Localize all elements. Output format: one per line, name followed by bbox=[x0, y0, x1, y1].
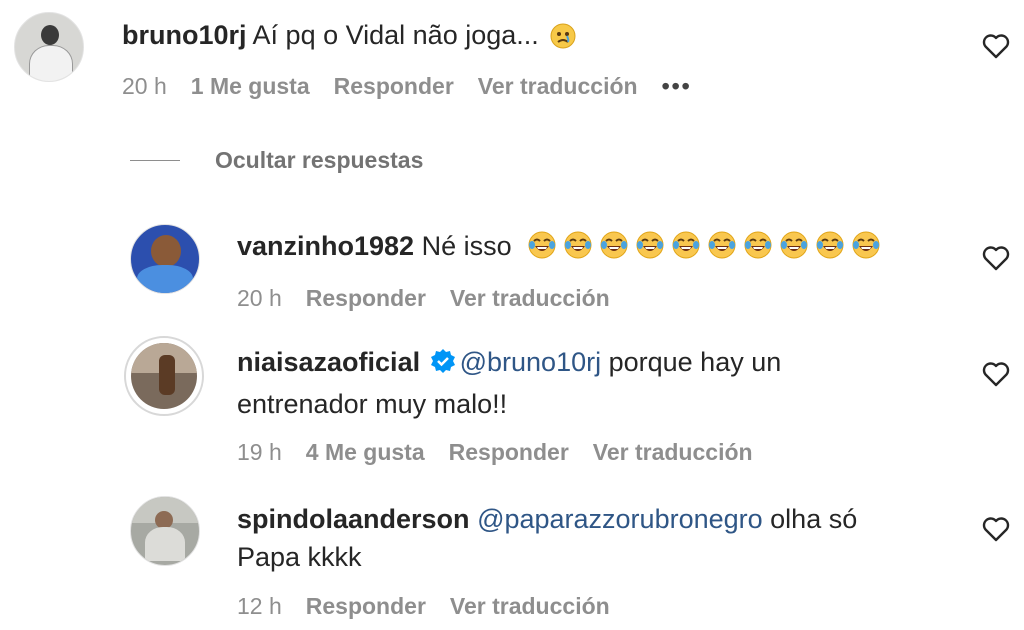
tears-of-joy-emoji-icon bbox=[744, 231, 772, 259]
tears-of-joy-emoji-icon bbox=[564, 231, 592, 259]
tears-of-joy-emoji-icon bbox=[816, 231, 844, 259]
tears-of-joy-emoji-icon bbox=[708, 231, 736, 259]
username[interactable]: spindolaanderson bbox=[237, 504, 470, 534]
like-heart-icon[interactable] bbox=[982, 516, 1010, 542]
username[interactable]: vanzinho1982 bbox=[237, 231, 414, 261]
timestamp[interactable]: 12 h bbox=[237, 592, 282, 620]
translate-button[interactable]: Ver traducción bbox=[593, 438, 753, 466]
comment-text: Né isso bbox=[421, 231, 512, 261]
likes-count[interactable]: 1 Me gusta bbox=[191, 72, 310, 100]
translate-button[interactable]: Ver traducción bbox=[450, 592, 610, 620]
reply-button[interactable]: Responder bbox=[306, 284, 426, 312]
tears-of-joy-emoji-icon bbox=[672, 231, 700, 259]
username[interactable]: niaisazaoficial bbox=[237, 347, 420, 377]
comment-meta: 19 h 4 Me gusta Responder Ver traducción bbox=[237, 438, 777, 466]
avatar[interactable] bbox=[124, 336, 204, 416]
comment-meta: 20 h 1 Me gusta Responder Ver traducción ••• bbox=[122, 72, 716, 100]
reply-button[interactable]: Responder bbox=[449, 438, 569, 466]
comment-line-2: entrenador muy malo!! bbox=[237, 389, 508, 419]
comment-meta: 12 h Responder Ver traducción bbox=[237, 592, 634, 620]
reply-button[interactable]: Responder bbox=[334, 72, 454, 100]
hide-replies-button[interactable]: Ocultar respuestas bbox=[215, 146, 423, 174]
comment-text: porque hay un bbox=[601, 347, 782, 377]
tears-of-joy-emoji-icon bbox=[780, 231, 808, 259]
like-heart-icon[interactable] bbox=[982, 33, 1010, 59]
comment-text: olha só bbox=[762, 504, 858, 534]
reply-button[interactable]: Responder bbox=[306, 592, 426, 620]
comment-line: spindolaanderson @paparazzorubronegro ol… bbox=[237, 502, 857, 536]
mention-link[interactable]: @paparazzorubronegro bbox=[477, 504, 763, 534]
timestamp[interactable]: 20 h bbox=[122, 72, 167, 100]
comment-text: Aí pq o Vidal não joga... bbox=[252, 20, 539, 50]
emoji-row bbox=[519, 231, 881, 261]
likes-count[interactable]: 4 Me gusta bbox=[306, 438, 425, 466]
like-heart-icon[interactable] bbox=[982, 245, 1010, 271]
more-options-button[interactable]: ••• bbox=[662, 72, 692, 100]
tears-of-joy-emoji-icon bbox=[528, 231, 556, 259]
sad-face-emoji-icon bbox=[550, 23, 576, 49]
comment-meta: 20 h Responder Ver traducción bbox=[237, 284, 634, 312]
timestamp[interactable]: 20 h bbox=[237, 284, 282, 312]
username[interactable]: bruno10rj bbox=[122, 20, 247, 50]
mention-link[interactable]: @bruno10rj bbox=[460, 347, 602, 377]
comment-line-2: Papa kkkk bbox=[237, 542, 362, 572]
tears-of-joy-emoji-icon bbox=[636, 231, 664, 259]
tears-of-joy-emoji-icon bbox=[600, 231, 628, 259]
comment-line: niaisazaoficial @bruno10rj porque hay un bbox=[237, 345, 781, 379]
comment-line: bruno10rj Aí pq o Vidal não joga... bbox=[122, 18, 576, 52]
like-heart-icon[interactable] bbox=[982, 361, 1010, 387]
avatar[interactable] bbox=[130, 224, 200, 294]
avatar[interactable] bbox=[130, 496, 200, 566]
timestamp[interactable]: 19 h bbox=[237, 438, 282, 466]
tears-of-joy-emoji-icon bbox=[852, 231, 880, 259]
translate-button[interactable]: Ver traducción bbox=[478, 72, 638, 100]
translate-button[interactable]: Ver traducción bbox=[450, 284, 610, 312]
avatar[interactable] bbox=[14, 12, 84, 82]
comment-line: vanzinho1982 Né isso bbox=[237, 229, 881, 263]
replies-divider bbox=[130, 160, 180, 161]
verified-badge-icon bbox=[430, 349, 455, 373]
